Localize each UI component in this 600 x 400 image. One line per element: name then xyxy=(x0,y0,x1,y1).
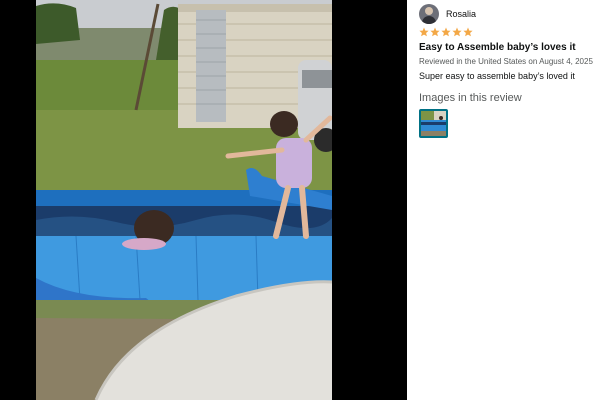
user-avatar xyxy=(419,4,439,24)
media-viewer xyxy=(0,0,407,400)
star-icon xyxy=(441,27,451,37)
review-image-thumbnail[interactable] xyxy=(419,109,448,138)
review-photo xyxy=(36,0,332,400)
star-icon xyxy=(452,27,462,37)
star-rating xyxy=(419,27,474,37)
review-date: Reviewed in the United States on August … xyxy=(419,57,593,66)
reviewer-name[interactable]: Rosalia xyxy=(446,9,476,19)
review-body: Super easy to assemble baby’s loved it xyxy=(419,71,575,81)
images-heading: Images in this review xyxy=(419,92,522,104)
review-title: Easy to Assemble baby’s loves it xyxy=(419,42,576,53)
star-icon xyxy=(430,27,440,37)
star-icon xyxy=(463,27,473,37)
reviewer[interactable]: Rosalia xyxy=(419,4,476,24)
review-panel: Rosalia Easy to Assemble baby’s loves it… xyxy=(419,0,600,400)
star-icon xyxy=(419,27,429,37)
